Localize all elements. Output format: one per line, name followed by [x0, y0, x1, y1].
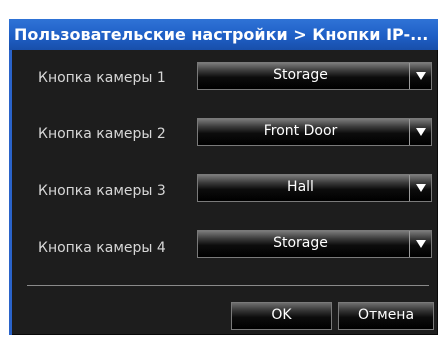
- dropdown-arrow-icon[interactable]: [409, 119, 431, 145]
- dropdown-arrow-icon[interactable]: [409, 63, 431, 89]
- camera-button-3-label: Кнопка камеры 3: [38, 183, 166, 199]
- ok-button[interactable]: OK: [231, 302, 332, 330]
- camera-button-3-value: Hall: [287, 179, 314, 195]
- camera-button-2-select[interactable]: Front Door: [197, 118, 432, 146]
- dropdown-arrow-icon[interactable]: [409, 231, 431, 257]
- camera-button-2-value: Front Door: [263, 123, 338, 139]
- camera-button-1-label: Кнопка камеры 1: [38, 70, 166, 86]
- camera-button-4-value: Storage: [273, 235, 328, 251]
- camera-button-1-select[interactable]: Storage: [197, 62, 432, 90]
- camera-button-4-label: Кнопка камеры 4: [38, 240, 166, 256]
- divider: [27, 285, 429, 286]
- camera-button-3-select[interactable]: Hall: [197, 174, 432, 202]
- camera-button-1-value: Storage: [273, 67, 328, 83]
- dropdown-arrow-icon[interactable]: [409, 175, 431, 201]
- camera-button-4-select[interactable]: Storage: [197, 230, 432, 258]
- cancel-button[interactable]: Отмена: [338, 302, 434, 330]
- camera-buttons-dialog: Пользовательские настройки > Кнопки IP-.…: [9, 19, 438, 335]
- dialog-left-edge: [9, 50, 12, 335]
- camera-button-2-label: Кнопка камеры 2: [38, 126, 166, 142]
- dialog-title: Пользовательские настройки > Кнопки IP-.…: [9, 19, 438, 50]
